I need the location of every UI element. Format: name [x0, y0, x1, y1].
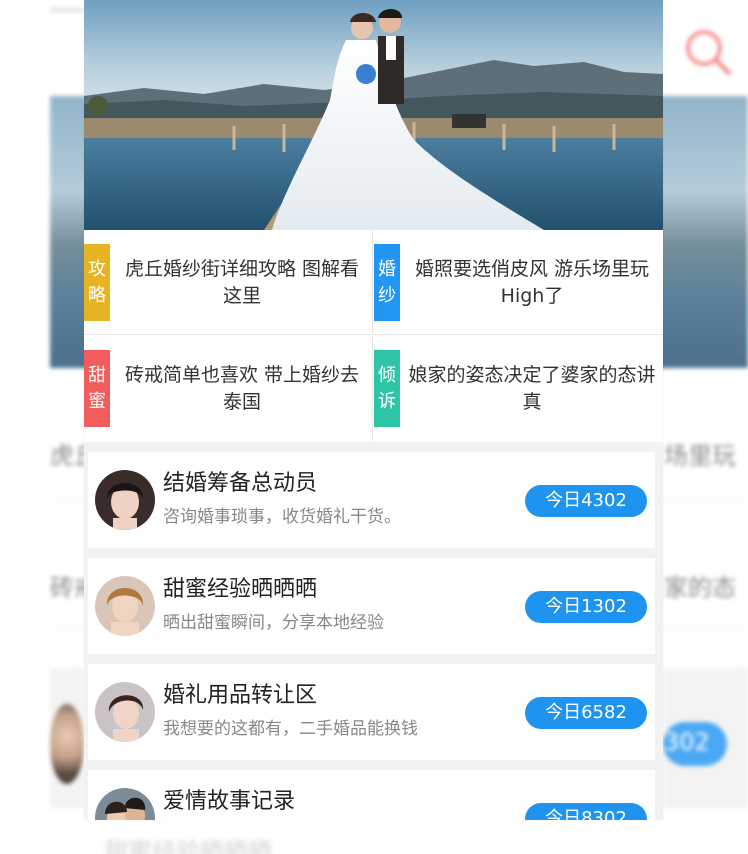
- forum-title: 甜蜜经验晒晒晒: [163, 577, 318, 602]
- tag-char: 蜜: [88, 390, 106, 412]
- avatar: [95, 470, 155, 530]
- hero-image[interactable]: [84, 0, 663, 230]
- tag-char: 略: [88, 284, 106, 306]
- wedding-photo: [84, 0, 663, 230]
- forum-description: 晒出甜蜜瞬间，分享本地经验: [163, 613, 384, 633]
- article-tag: 倾 诉: [374, 350, 400, 427]
- background-text: 甜蜜经验晒晒晒: [104, 838, 272, 854]
- article-grid: 攻 略 虎丘婚纱街详细攻略 图解看这里 婚 纱 婚照要选俏皮风 游乐场里玩Hig…: [84, 230, 663, 442]
- article-title: 砖戒简单也喜欢 带上婚纱去泰国: [124, 364, 360, 413]
- article-card[interactable]: 甜 蜜 砖戒简单也喜欢 带上婚纱去泰国: [84, 336, 373, 441]
- tag-char: 纱: [378, 284, 396, 306]
- forum-title: 婚礼用品转让区: [163, 683, 318, 708]
- background-text: 302: [664, 728, 710, 756]
- forum-item[interactable]: 婚礼用品转让区 我想要的这都有，二手婚品能换钱 今日6582: [88, 664, 655, 760]
- today-count-badge[interactable]: 今日6582: [525, 697, 647, 729]
- today-count-badge[interactable]: 今日4302: [525, 485, 647, 517]
- screen: 虎丘 场里玩 砖戒 家的态 302 甜蜜经验晒晒晒 攻 略 虎丘婚纱街详细攻略 …: [0, 0, 748, 854]
- background-text: 场里玩: [664, 442, 736, 470]
- search-icon[interactable]: [682, 26, 734, 78]
- article-title: 婚照要选俏皮风 游乐场里玩High了: [414, 258, 650, 307]
- forum-description: 我想要的这都有，二手婚品能换钱: [163, 719, 418, 739]
- tag-char: 甜: [88, 364, 106, 386]
- forum-title: 结婚筹备总动员: [163, 471, 318, 496]
- forum-item[interactable]: 爱情故事记录 今日8302: [88, 770, 655, 820]
- article-title: 虎丘婚纱街详细攻略 图解看这里: [124, 258, 360, 307]
- avatar: [95, 682, 155, 742]
- article-title: 娘家的姿态决定了婆家的态讲真: [408, 364, 656, 413]
- article-card[interactable]: 倾 诉 娘家的姿态决定了婆家的态讲真: [374, 336, 663, 441]
- today-count-badge[interactable]: 今日1302: [525, 591, 647, 623]
- avatar: [95, 788, 155, 820]
- forum-description: 咨询婚事琐事，收货婚礼干货。: [163, 507, 401, 527]
- background-text: 家的态: [664, 574, 736, 602]
- article-tag: 婚 纱: [374, 244, 400, 321]
- article-card[interactable]: 婚 纱 婚照要选俏皮风 游乐场里玩High了: [374, 230, 663, 335]
- forum-item[interactable]: 甜蜜经验晒晒晒 晒出甜蜜瞬间，分享本地经验 今日1302: [88, 558, 655, 654]
- preview-panel: 攻 略 虎丘婚纱街详细攻略 图解看这里 婚 纱 婚照要选俏皮风 游乐场里玩Hig…: [84, 0, 663, 820]
- tag-char: 诉: [378, 390, 396, 412]
- forum-title: 爱情故事记录: [163, 789, 296, 814]
- avatar: [95, 576, 155, 636]
- forum-item[interactable]: 结婚筹备总动员 咨询婚事琐事，收货婚礼干货。 今日4302: [88, 452, 655, 548]
- article-tag: 甜 蜜: [84, 350, 110, 427]
- background-avatar: [50, 704, 84, 784]
- article-tag: 攻 略: [84, 244, 110, 321]
- article-card[interactable]: 攻 略 虎丘婚纱街详细攻略 图解看这里: [84, 230, 373, 335]
- today-count-badge[interactable]: 今日8302: [525, 803, 647, 820]
- tag-char: 婚: [378, 258, 396, 280]
- tag-char: 倾: [378, 364, 396, 386]
- background-divider: [50, 8, 84, 12]
- tag-char: 攻: [88, 258, 106, 280]
